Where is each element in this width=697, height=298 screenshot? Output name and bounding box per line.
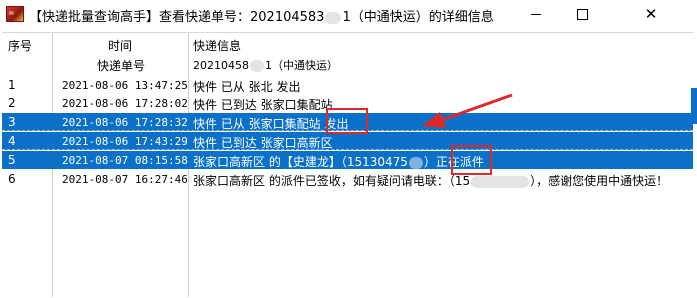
row-time: 2021-08-06 17:28:02	[62, 97, 188, 110]
highlight-box-delivering	[451, 145, 492, 175]
close-icon: ✕	[644, 5, 658, 23]
tracking-number-prefix: 20210458	[193, 59, 249, 72]
row-info: 快件 已到达 张家口集配站	[193, 98, 333, 112]
highlight-box-dispatch	[326, 108, 368, 134]
window-title-prefix: 【快递批量查询高手】查看快递单号：202104583	[29, 10, 325, 25]
maximize-button[interactable]	[559, 0, 605, 28]
tracking-detail-grid[interactable]: 序号 时间 快递信息 快递单号 20210458 1（中通快运） 1 2021-0…	[2, 32, 693, 297]
column-header-no[interactable]: 序号	[8, 37, 32, 54]
table-row-selected[interactable]: 4 2021-08-06 17:43:29 快件 已到达 张家口高新区	[2, 132, 693, 150]
tracking-number-label: 快递单号	[97, 59, 146, 73]
row-info-prefix: 张家口高新区 的【史建龙】（15130475	[193, 155, 408, 169]
blurred-redaction	[471, 175, 530, 188]
window-title-suffix: 1（中通快运）的详细信息	[342, 10, 494, 25]
row-focus-line	[2, 149, 693, 150]
tracking-number-value: 20210458 1（中通快运）	[193, 57, 338, 73]
row-number: 5	[8, 153, 16, 167]
row-number: 1	[8, 78, 16, 92]
table-row[interactable]: 6 2021-08-07 16:27:46 张家口高新区 的派件已签收，如有疑问…	[2, 170, 693, 188]
row-time: 2021-08-07 08:15:58	[62, 154, 188, 167]
blurred-redaction	[408, 156, 423, 169]
row-number: 6	[8, 172, 16, 186]
window-title: 【快递批量查询高手】查看快递单号：202104583 1（中通快运）的详细信息	[29, 6, 494, 25]
blurred-redaction	[325, 11, 342, 24]
row-time: 2021-08-06 13:47:25	[62, 79, 188, 92]
row-time: 2021-08-06 17:43:29	[62, 135, 188, 148]
column-header-info[interactable]: 快递信息	[193, 37, 241, 54]
blurred-redaction	[250, 60, 264, 72]
row-info: 张家口高新区 的【史建龙】（15130475 ）正在派件	[193, 153, 484, 170]
minimize-button[interactable]	[513, 0, 559, 28]
column-header-time[interactable]: 时间	[108, 37, 132, 54]
row-time: 2021-08-07 16:27:46	[62, 173, 188, 186]
row-number: 2	[8, 96, 16, 110]
row-info: 张家口高新区 的派件已签收，如有疑问请电联：（15 ），感谢您使用中通快运！	[193, 172, 668, 189]
row-info-suffix: ），感谢您使用中通快运！	[530, 174, 669, 188]
table-row-selected[interactable]: 5 2021-08-07 08:15:58 张家口高新区 的【史建龙】（1513…	[2, 151, 693, 169]
close-button[interactable]: ✕	[605, 0, 697, 28]
title-bar: ✉ 【快递批量查询高手】查看快递单号：202104583 1（中通快运）的详细信息…	[0, 0, 697, 28]
row-number: 4	[8, 134, 16, 148]
row-info-prefix: 张家口高新区 的派件已签收，如有疑问请电联：（15	[193, 174, 471, 188]
table-row[interactable]: 1 2021-08-06 13:47:25 快件 已从 张北 发出	[2, 76, 693, 94]
tracking-number-suffix: 1（中通快运）	[265, 59, 338, 72]
app-logo-icon[interactable]: ✉	[6, 6, 24, 22]
row-selection-edge	[691, 88, 697, 124]
row-time: 2021-08-06 17:28:32	[62, 116, 188, 129]
row-info: 快件 已从 张北 发出	[193, 80, 301, 94]
row-number: 3	[8, 115, 16, 129]
